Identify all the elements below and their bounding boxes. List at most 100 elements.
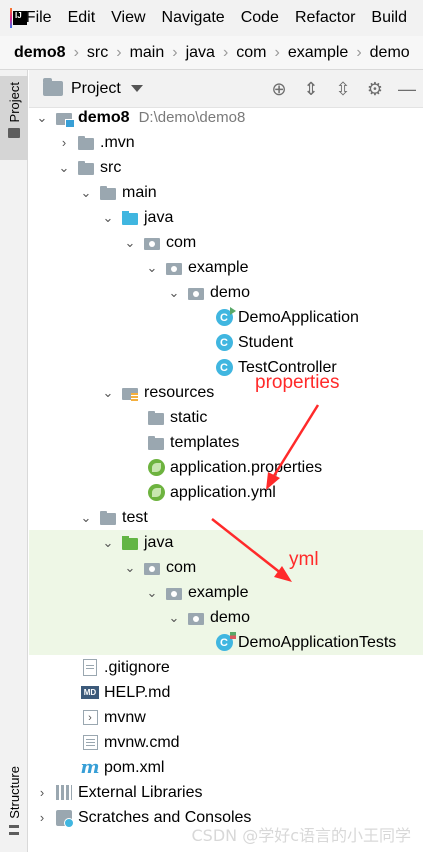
structure-icon [9, 824, 19, 835]
chevron-right-icon[interactable]: › [35, 785, 49, 800]
chevron-down-icon[interactable]: ⌄ [57, 160, 71, 175]
tree-row[interactable]: ⌄ example [29, 255, 423, 280]
chevron-down-icon[interactable]: ⌄ [123, 560, 137, 575]
left-tool-strip: Project Structure [0, 70, 28, 852]
chevron-down-icon[interactable]: ⌄ [79, 510, 93, 525]
tree-row-label: test [122, 508, 148, 526]
expand-all-icon[interactable]: ⇕ [295, 73, 327, 105]
chevron-down-icon[interactable]: ⌄ [123, 235, 137, 250]
menu-code[interactable]: Code [241, 9, 279, 27]
source-folder-icon [121, 209, 139, 227]
tree-row[interactable]: C TestController [29, 355, 423, 380]
tree-row[interactable]: MD HELP.md [29, 680, 423, 705]
tree-row[interactable]: › mvnw [29, 705, 423, 730]
project-panel-header: Project ⊕ ⇕ ⇳ ⚙ — [29, 70, 423, 108]
breadcrumb-item[interactable]: example [288, 44, 348, 62]
menu-refactor[interactable]: Refactor [295, 9, 355, 27]
chevron-right-icon: › [116, 43, 122, 61]
tree-row-label: External Libraries [78, 783, 203, 801]
tree-row[interactable]: static [29, 405, 423, 430]
chevron-down-icon[interactable]: ⌄ [101, 535, 115, 550]
spring-config-icon [147, 459, 165, 477]
cmd-file-icon [81, 734, 99, 752]
tree-row[interactable]: m pom.xml [29, 755, 423, 780]
intellij-logo-icon: IJ [10, 8, 26, 28]
chevron-down-icon[interactable]: ⌄ [145, 585, 159, 600]
module-folder-icon [55, 109, 75, 128]
project-tab-label: Project [6, 82, 22, 123]
menu-file[interactable]: File [26, 9, 52, 27]
structure-tool-tab[interactable]: Structure [0, 760, 28, 850]
tree-row-label: .gitignore [104, 658, 170, 676]
menu-build[interactable]: Build [371, 9, 407, 27]
tree-row-label: com [166, 558, 197, 576]
menu-edit[interactable]: Edit [68, 9, 96, 27]
breadcrumb-item[interactable]: demo8 [14, 44, 66, 62]
chevron-down-icon[interactable]: ⌄ [101, 210, 115, 225]
chevron-down-icon[interactable]: ⌄ [167, 610, 181, 625]
tree-row[interactable]: C DemoApplicationTests [29, 630, 423, 655]
tree-row[interactable]: ⌄ demo [29, 280, 423, 305]
tree-row[interactable]: ⌄ com [29, 230, 423, 255]
tree-row[interactable]: ⌄ main [29, 180, 423, 205]
breadcrumb-item[interactable]: java [186, 44, 215, 62]
tree-row[interactable]: C DemoApplication [29, 305, 423, 330]
tree-row[interactable]: › .mvn [29, 130, 423, 155]
package-icon [187, 609, 205, 627]
tree-row[interactable]: application.yml [29, 480, 423, 505]
tree-row[interactable]: ⌄ java [29, 530, 423, 555]
chevron-down-icon[interactable] [130, 85, 143, 92]
collapse-all-icon[interactable]: ⇳ [327, 73, 359, 105]
chevron-down-icon[interactable]: ⌄ [167, 285, 181, 300]
breadcrumb-item[interactable]: demo [370, 44, 410, 62]
tree-row[interactable]: ⌄ demo [29, 605, 423, 630]
tree-row[interactable]: ⌄ resources [29, 380, 423, 405]
tree-row-label: application.properties [170, 458, 323, 476]
shell-file-icon: › [81, 709, 99, 727]
tree-row[interactable]: C Student [29, 330, 423, 355]
tree-row-label: example [188, 583, 249, 601]
tree-row-label: HELP.md [104, 683, 171, 701]
chevron-down-icon[interactable]: ⌄ [35, 110, 49, 125]
breadcrumb-item[interactable]: com [236, 44, 266, 62]
tree-row[interactable]: ⌄ example [29, 580, 423, 605]
breadcrumb-item[interactable]: main [130, 44, 165, 62]
tree-row[interactable]: application.properties [29, 455, 423, 480]
gear-icon[interactable]: ⚙ [359, 73, 391, 105]
chevron-right-icon: › [356, 43, 362, 61]
chevron-down-icon[interactable]: ⌄ [101, 385, 115, 400]
tree-row-label: com [166, 233, 197, 251]
minimize-icon[interactable]: — [391, 73, 423, 105]
resources-folder-icon [121, 384, 139, 402]
chevron-right-icon[interactable]: › [35, 810, 49, 825]
locate-icon[interactable]: ⊕ [263, 73, 295, 105]
folder-icon [77, 159, 95, 177]
spring-boot-class-icon: C [215, 307, 236, 327]
tree-row-label: .mvn [100, 133, 135, 151]
folder-icon [99, 509, 117, 527]
tree-row[interactable]: ⌄ java [29, 205, 423, 230]
tree-row-label: src [100, 158, 122, 176]
tree-row[interactable]: ⌄ demo8 D:\demo\demo8 [29, 105, 423, 130]
chevron-right-icon: › [222, 43, 229, 61]
tree-row[interactable]: .gitignore [29, 655, 423, 680]
tree-row[interactable]: ⌄ test [29, 505, 423, 530]
folder-icon [147, 434, 165, 452]
project-tool-tab[interactable]: Project [0, 76, 28, 160]
tree-row[interactable]: › External Libraries [29, 780, 423, 805]
tree-row-label: java [144, 533, 174, 551]
chevron-down-icon[interactable]: ⌄ [79, 185, 93, 200]
chevron-right-icon[interactable]: › [57, 135, 71, 150]
menu-view[interactable]: View [111, 9, 145, 27]
breadcrumb-item[interactable]: src [87, 44, 108, 62]
project-view-selector[interactable]: Project [71, 80, 121, 98]
chevron-down-icon[interactable]: ⌄ [145, 260, 159, 275]
tree-row[interactable]: ⌄ com [29, 555, 423, 580]
tree-row-label: mvnw.cmd [104, 733, 180, 751]
tree-row[interactable]: templates [29, 430, 423, 455]
tree-row[interactable]: ⌄ src [29, 155, 423, 180]
markdown-file-icon: MD [81, 684, 99, 702]
structure-tab-label: Structure [6, 766, 22, 819]
tree-row[interactable]: mvnw.cmd [29, 730, 423, 755]
menu-navigate[interactable]: Navigate [162, 9, 225, 27]
